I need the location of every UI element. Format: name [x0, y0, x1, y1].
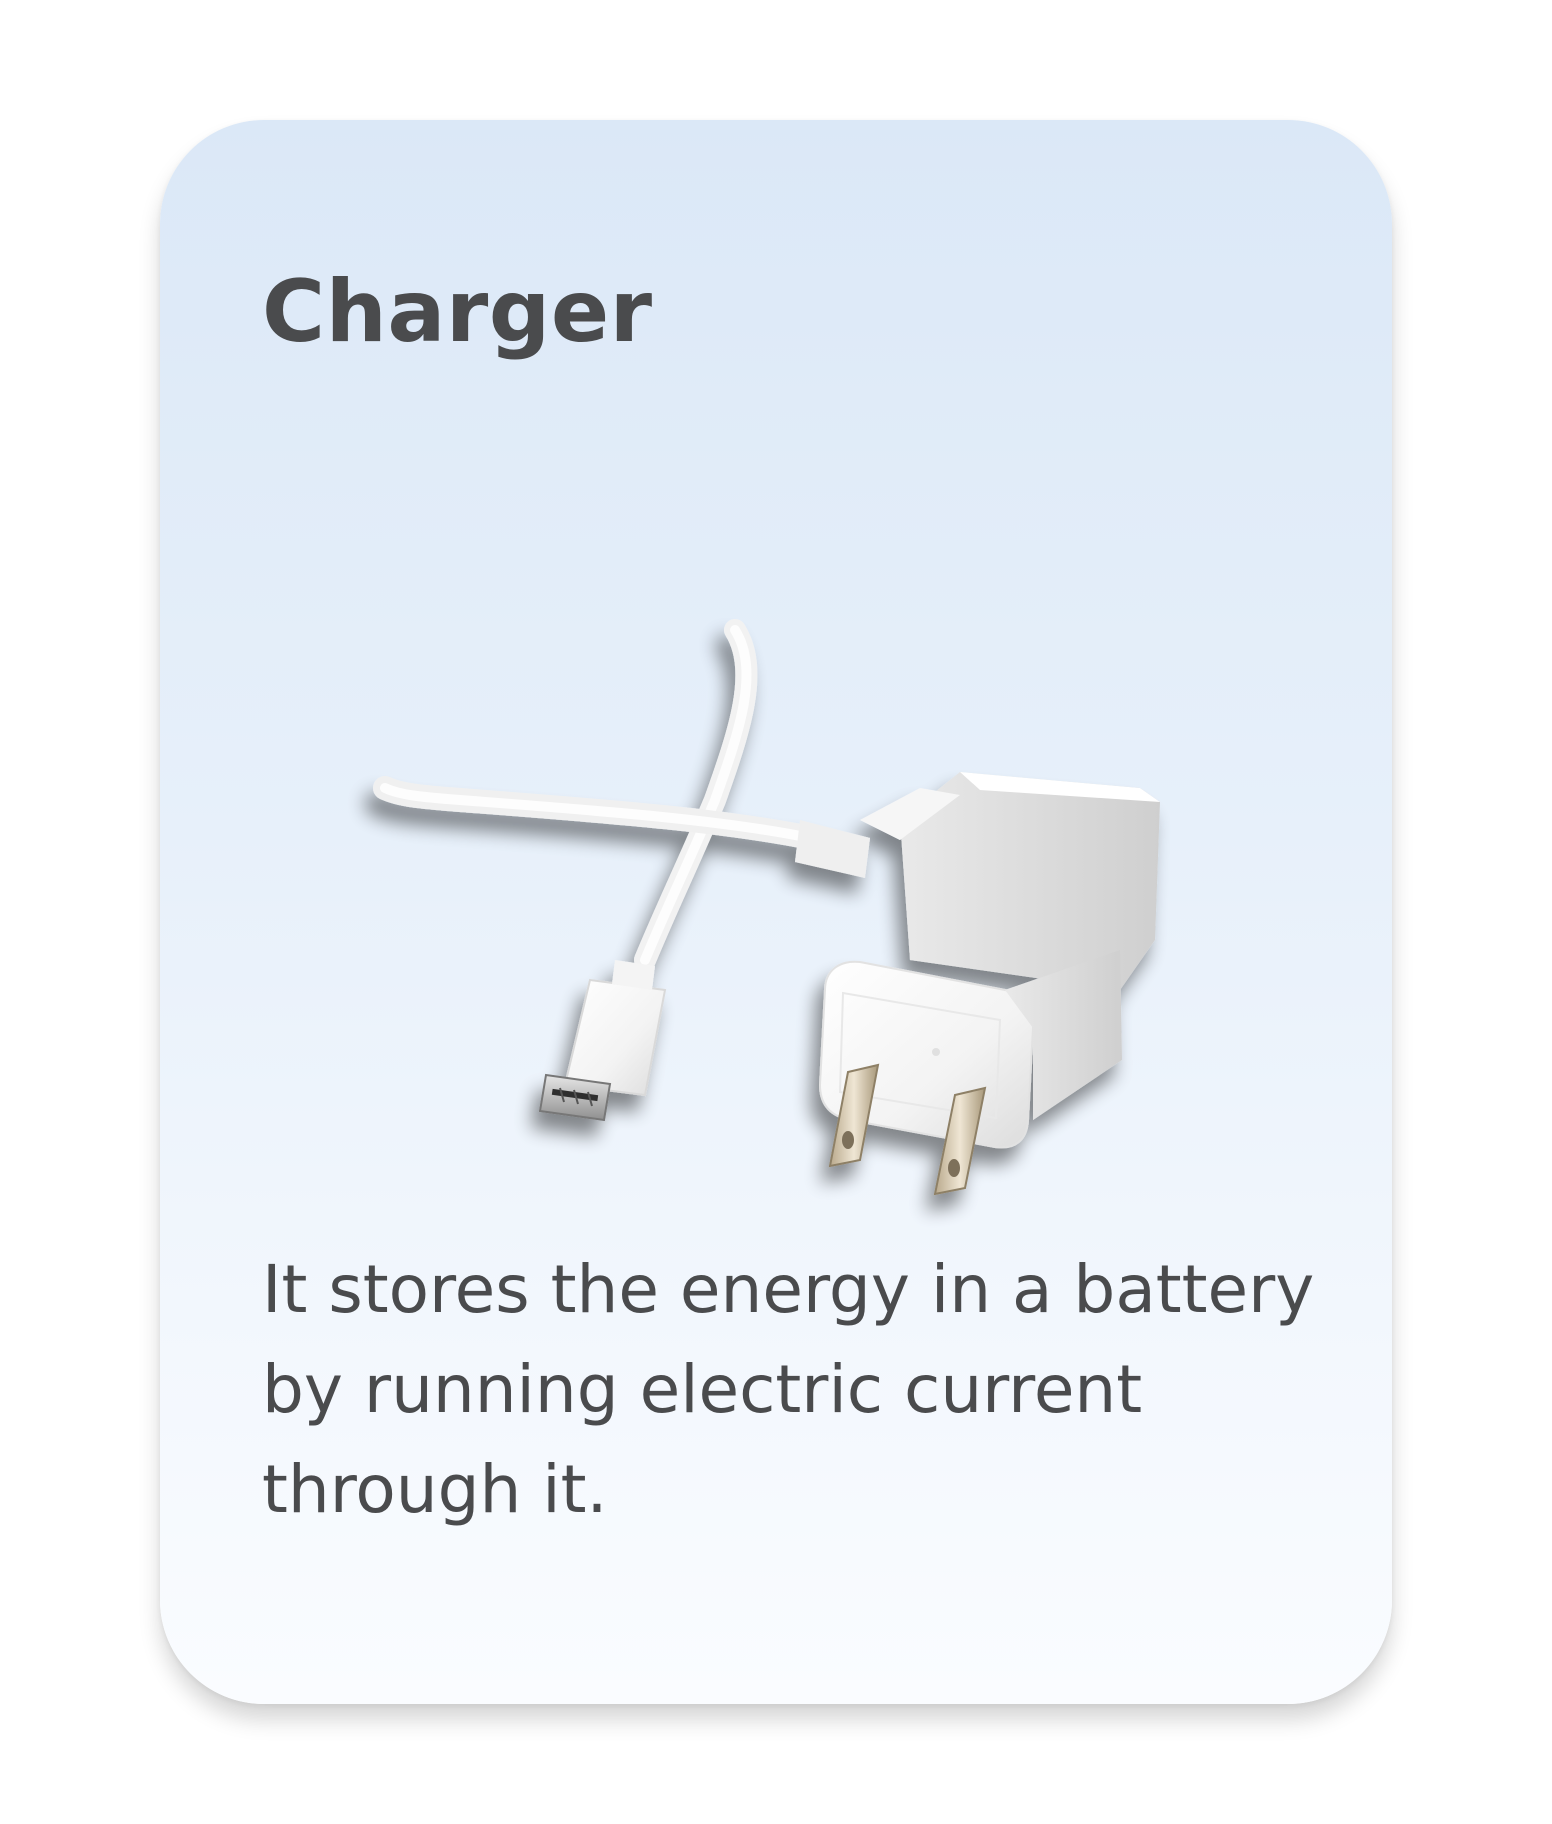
- card-description: It stores the energy in a battery by run…: [262, 1251, 1315, 1528]
- cable-loop: [634, 619, 758, 971]
- charger-illustration: [373, 619, 1160, 1196]
- info-card: Charger It stores the energy in a batter…: [160, 120, 1392, 1704]
- wall-adapter: [818, 772, 1160, 1196]
- card-title: Charger: [262, 262, 653, 362]
- micro-usb-connector: [538, 960, 667, 1122]
